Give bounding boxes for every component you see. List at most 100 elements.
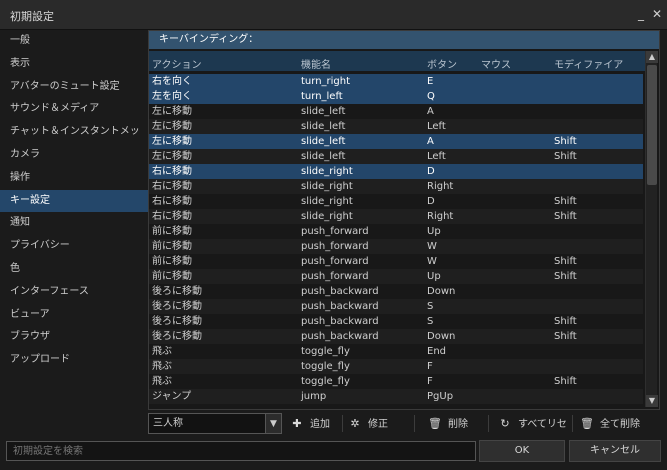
sidebar-item[interactable]: チャット＆インスタントメッ	[0, 121, 148, 143]
table-row[interactable]: 右に移動 slide_right D Shift	[149, 194, 643, 209]
delete-label: 削除	[448, 419, 468, 430]
cell-action: 後ろに移動	[152, 316, 202, 327]
cell-button: A	[427, 136, 434, 147]
table-row[interactable]: 左に移動 slide_left A	[149, 104, 643, 119]
table-row[interactable]: 左に移動 slide_left Left	[149, 119, 643, 134]
cell-function: push_forward	[301, 241, 369, 252]
minimize-button[interactable]: _	[634, 7, 648, 21]
delete-all-button[interactable]: 🗑 全て削除	[580, 413, 640, 434]
cell-action: 左を向く	[152, 91, 192, 102]
cell-button: Down	[427, 331, 456, 342]
table-row[interactable]: 右を向く turn_right E	[149, 74, 643, 89]
cell-function: push_backward	[301, 316, 379, 327]
cell-action: 飛ぶ	[152, 361, 172, 372]
sidebar-item[interactable]: 色	[0, 258, 148, 280]
delete-button[interactable]: 🗑 削除	[428, 413, 468, 434]
trash-icon: 🗑	[580, 417, 594, 430]
cell-action: 左に移動	[152, 136, 192, 147]
cell-action: 右に移動	[152, 211, 192, 222]
reset-all-button[interactable]: ↻ すべてリセ	[498, 413, 567, 434]
reset-all-label: すべてリセ	[518, 419, 567, 430]
edit-button[interactable]: ✲ 修正	[348, 413, 388, 434]
table-row[interactable]: 前に移動 push_forward Up	[149, 224, 643, 239]
sidebar-item[interactable]: アップロード	[0, 349, 148, 371]
add-button[interactable]: ✚ 追加	[290, 413, 330, 434]
cell-button: A	[427, 106, 434, 117]
chevron-down-icon[interactable]: ▼	[266, 413, 282, 434]
sidebar-item[interactable]: プライバシー	[0, 235, 148, 257]
table-scrollbar[interactable]: ▲ ▼	[645, 51, 658, 407]
camera-mode-select[interactable]: 三人称	[148, 413, 266, 434]
table-row[interactable]: ジャンプ jump PgUp	[149, 389, 643, 404]
sidebar-item[interactable]: アバターのミュート設定	[0, 76, 148, 98]
sidebar-item[interactable]: カメラ	[0, 144, 148, 166]
cell-modifier: Shift	[554, 211, 577, 222]
cell-action: 後ろに移動	[152, 286, 202, 297]
bottom-bar: OK キャンセル	[0, 440, 667, 470]
sidebar-item[interactable]: 操作	[0, 167, 148, 189]
table-row[interactable]: 飛ぶ toggle_fly F Shift	[149, 374, 643, 389]
cell-function: slide_right	[301, 181, 353, 192]
cell-action: 後ろに移動	[152, 331, 202, 342]
preferences-search-input[interactable]	[6, 441, 476, 461]
cell-button: PgUp	[427, 391, 454, 402]
table-row[interactable]: 後ろに移動 push_backward Down Shift	[149, 329, 643, 344]
cell-button: Up	[427, 271, 441, 282]
table-row[interactable]: 飛ぶ toggle_fly F	[149, 359, 643, 374]
table-row[interactable]: 後ろに移動 push_backward S	[149, 299, 643, 314]
scroll-down-arrow-icon[interactable]: ▼	[646, 395, 658, 407]
sidebar-item[interactable]: 表示	[0, 53, 148, 75]
column-header-action[interactable]: アクション	[152, 56, 202, 71]
sidebar-item[interactable]: 通知	[0, 212, 148, 234]
edit-label: 修正	[368, 419, 388, 430]
table-row[interactable]: 後ろに移動 push_backward S Shift	[149, 314, 643, 329]
scroll-thumb[interactable]	[647, 65, 657, 185]
table-row[interactable]: 右に移動 slide_right Right Shift	[149, 209, 643, 224]
sidebar-item[interactable]: インターフェース	[0, 281, 148, 303]
table-row[interactable]: 前に移動 push_forward Up Shift	[149, 269, 643, 284]
scroll-up-arrow-icon[interactable]: ▲	[646, 51, 658, 63]
cancel-button[interactable]: キャンセル	[569, 440, 661, 462]
table-row[interactable]: 左に移動 slide_left A Shift	[149, 134, 643, 149]
cell-modifier: Shift	[554, 316, 577, 327]
column-header-mouse[interactable]: マウス	[481, 56, 511, 71]
cell-function: push_backward	[301, 286, 379, 297]
plus-icon: ✚	[292, 417, 302, 430]
cell-action: 右に移動	[152, 166, 192, 177]
sidebar: 一般 表示 アバターのミュート設定 サウンド＆メディア チャット＆インスタントメッ カメラ…	[0, 30, 148, 406]
title-bar: 初期設定 _ ✕	[0, 0, 667, 30]
sidebar-item[interactable]: ブラウザ	[0, 326, 148, 348]
sidebar-item[interactable]: キー設定	[0, 189, 148, 212]
cell-modifier: Shift	[554, 376, 577, 387]
column-header-button[interactable]: ボタン	[427, 56, 457, 71]
table-row[interactable]: 前に移動 push_forward W	[149, 239, 643, 254]
sidebar-item[interactable]: ビューア	[0, 304, 148, 326]
trash-icon: 🗑	[428, 417, 442, 430]
cell-function: slide_right	[301, 166, 353, 177]
close-button[interactable]: ✕	[650, 7, 664, 21]
table-row[interactable]: 左に移動 slide_left Left Shift	[149, 149, 643, 164]
sidebar-item[interactable]: サウンド＆メディア	[0, 98, 148, 120]
table-row[interactable]: 左を向く turn_left Q	[149, 89, 643, 104]
table-row[interactable]: 前に移動 push_forward W Shift	[149, 254, 643, 269]
sidebar-item[interactable]: 一般	[0, 30, 148, 52]
table-row[interactable]: 右に移動 slide_right D	[149, 164, 643, 179]
cell-function: push_backward	[301, 301, 379, 312]
cell-function: slide_right	[301, 211, 353, 222]
ok-button[interactable]: OK	[479, 440, 565, 462]
cell-function: slide_right	[301, 196, 353, 207]
cell-button: S	[427, 301, 434, 312]
table-row[interactable]: 右に移動 slide_right Right	[149, 179, 643, 194]
panel-header: キーバインディング：	[149, 31, 659, 49]
cell-action: 飛ぶ	[152, 376, 172, 387]
cell-button: Left	[427, 151, 446, 162]
cell-button: Right	[427, 211, 454, 222]
cell-button: W	[427, 241, 437, 252]
column-header-modifier[interactable]: モディファイア	[554, 56, 623, 71]
cell-button: D	[427, 196, 435, 207]
column-header-function[interactable]: 機能名	[301, 56, 331, 71]
table-row[interactable]: 飛ぶ toggle_fly End	[149, 344, 643, 359]
cell-button: D	[427, 166, 435, 177]
table-row[interactable]: 後ろに移動 push_backward Down	[149, 284, 643, 299]
cell-function: turn_left	[301, 91, 343, 102]
